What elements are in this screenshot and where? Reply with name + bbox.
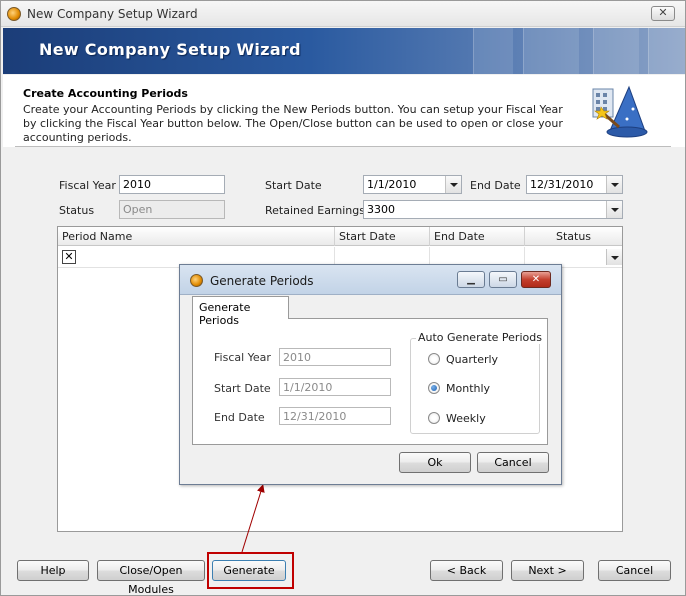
ok-button[interactable]: Ok xyxy=(399,452,471,473)
window-title: New Company Setup Wizard xyxy=(27,7,198,21)
end-date-picker[interactable]: 12/31/2010 xyxy=(526,175,623,194)
banner-building-graphic xyxy=(523,28,579,74)
minimize-button[interactable]: ▁ xyxy=(457,271,485,288)
quarterly-radio[interactable] xyxy=(428,353,440,365)
delete-row-icon[interactable]: ✕ xyxy=(62,250,76,264)
column-header-end-date[interactable]: End Date xyxy=(430,227,525,246)
retained-earnings-select[interactable]: 3300 xyxy=(363,200,623,219)
minimize-icon: ▁ xyxy=(467,274,475,285)
dialog-app-icon xyxy=(190,274,203,287)
chevron-down-icon[interactable] xyxy=(606,249,622,265)
dialog-fiscal-year-label: Fiscal Year xyxy=(214,351,271,364)
auto-generate-group-title: Auto Generate Periods xyxy=(416,331,544,344)
generate-highlight-box xyxy=(207,552,294,589)
status-label: Status xyxy=(59,204,95,217)
start-date-value: 1/1/2010 xyxy=(367,178,417,191)
start-date-picker[interactable]: 1/1/2010 xyxy=(363,175,462,194)
tab-generate-periods[interactable]: Generate Periods xyxy=(192,296,289,327)
retained-earnings-value: 3300 xyxy=(367,203,395,216)
dialog-start-date-field: 1/1/2010 xyxy=(279,378,391,396)
header-divider xyxy=(15,146,671,147)
dialog-fiscal-year-field: 2010 xyxy=(279,348,391,366)
banner-building-graphic xyxy=(473,28,513,74)
section-description: Create your Accounting Periods by clicki… xyxy=(23,103,563,144)
column-header-start-date[interactable]: Start Date xyxy=(335,227,430,246)
start-date-label: Start Date xyxy=(265,179,322,192)
close-icon: ✕ xyxy=(531,274,541,285)
dialog-close-button[interactable]: ✕ xyxy=(521,271,551,288)
status-field: Open xyxy=(119,200,225,219)
banner-building-graphic xyxy=(593,28,639,74)
weekly-radio[interactable] xyxy=(428,412,440,424)
next-button[interactable]: Next > xyxy=(511,560,584,581)
quarterly-label[interactable]: Quarterly xyxy=(446,353,498,366)
chevron-down-icon[interactable] xyxy=(606,176,622,193)
dialog-end-date-field: 12/31/2010 xyxy=(279,407,391,425)
maximize-button[interactable]: ▭ xyxy=(489,271,517,288)
dialog-end-date-label: End Date xyxy=(214,411,265,424)
monthly-label[interactable]: Monthly xyxy=(446,382,490,395)
window-close-button[interactable]: ✕ xyxy=(651,6,675,21)
wizard-banner: New Company Setup Wizard xyxy=(3,28,685,74)
end-date-label: End Date xyxy=(470,179,521,192)
dialog-start-date-label: Start Date xyxy=(214,382,271,395)
wizard-window: New Company Setup Wizard ✕ New Company S… xyxy=(0,0,686,596)
app-icon xyxy=(7,7,21,21)
back-button[interactable]: < Back xyxy=(430,560,503,581)
dialog-title: Generate Periods xyxy=(210,274,314,288)
dialog-cancel-button[interactable]: Cancel xyxy=(477,452,549,473)
weekly-label[interactable]: Weekly xyxy=(446,412,486,425)
maximize-icon: ▭ xyxy=(498,274,508,285)
column-header-status[interactable]: Status xyxy=(525,227,622,246)
retained-earnings-label: Retained Earnings xyxy=(265,204,365,217)
cancel-button[interactable]: Cancel xyxy=(598,560,671,581)
dialog-title-bar[interactable]: Generate Periods ▁ ▭ ✕ xyxy=(180,265,561,295)
wizard-hat-icon xyxy=(592,85,648,138)
end-date-value: 12/31/2010 xyxy=(530,178,594,191)
generate-periods-dialog[interactable]: Generate Periods ▁ ▭ ✕ Generate Periods … xyxy=(179,264,562,485)
banner-title: New Company Setup Wizard xyxy=(39,40,301,59)
column-header-period-name[interactable]: Period Name xyxy=(58,227,335,246)
help-button[interactable]: Help xyxy=(17,560,89,581)
title-bar: New Company Setup Wizard ✕ xyxy=(1,1,685,27)
fiscal-year-label: Fiscal Year xyxy=(59,179,116,192)
section-title: Create Accounting Periods xyxy=(23,87,188,100)
fiscal-year-field[interactable]: 2010 xyxy=(119,175,225,194)
monthly-radio[interactable] xyxy=(428,382,440,394)
banner-building-graphic xyxy=(648,28,685,74)
chevron-down-icon[interactable] xyxy=(445,176,461,193)
close-open-modules-button[interactable]: Close/Open Modules xyxy=(97,560,205,596)
grid-header: Period Name Start Date End Date Status xyxy=(58,227,622,246)
chevron-down-icon[interactable] xyxy=(606,201,622,218)
